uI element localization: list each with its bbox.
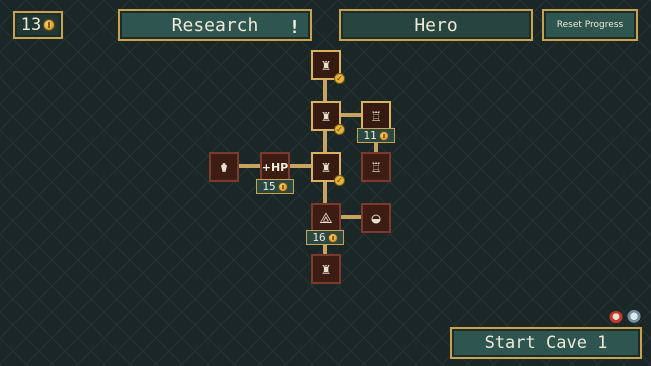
coin-counter: 13 (13, 11, 63, 39)
chest-armor-icon: ♖ (371, 157, 381, 176)
alert-icon: ! (289, 17, 300, 38)
start-cave-button[interactable]: Start Cave 1 (450, 327, 642, 359)
coin-icon (43, 19, 56, 31)
price-tag: 15 (256, 179, 294, 194)
knight-helmet-icon: ♜ (321, 157, 331, 176)
research-node-hp[interactable]: +HP (260, 152, 290, 182)
knight-helmet-icon: ♜ (321, 55, 331, 74)
connector (238, 164, 260, 168)
reset-progress-button[interactable]: Reset Progress (542, 9, 638, 41)
tab-hero[interactable]: Hero (339, 9, 533, 41)
coin-pile-icon: ◒ (371, 208, 381, 227)
tab-hero-label: Hero (414, 14, 458, 36)
start-cave-label: Start Cave 1 (484, 333, 608, 353)
research-node-potion[interactable]: ⚱ (209, 152, 239, 182)
price-tag: 11 (357, 128, 395, 143)
connector (340, 215, 362, 219)
research-node-helm-center[interactable]: ♜ ✓ (311, 152, 345, 186)
checkmark-icon: ✓ (334, 73, 345, 84)
connector (289, 164, 311, 168)
price-value: 11 (363, 129, 377, 142)
research-node-armor-mid[interactable]: ♖ (361, 152, 391, 182)
connector (323, 78, 327, 102)
potion-icon: ⚱ (219, 157, 229, 176)
research-node-helm-top[interactable]: ♜ ✓ (311, 50, 345, 84)
price-tag: 16 (306, 230, 344, 245)
coin-icon (327, 232, 338, 243)
hp-boost-icon: +HP (261, 160, 289, 174)
checkmark-icon: ✓ (334, 124, 345, 135)
knight-helmet-icon: ♜ (321, 106, 331, 125)
branch-icon: ⟁ (319, 208, 333, 227)
knight-helmet-icon: ♜ (321, 259, 331, 278)
research-node-coin-pile[interactable]: ◒ (361, 203, 391, 233)
chest-armor-icon: ♖ (371, 106, 381, 125)
tab-research-label: Research (171, 14, 259, 36)
coin-icon (277, 181, 288, 192)
reset-progress-label: Reset Progress (556, 20, 624, 30)
research-node-helm-bottom[interactable]: ♜ (311, 254, 341, 284)
checkmark-icon: ✓ (334, 175, 345, 186)
price-value: 15 (262, 180, 276, 193)
tab-research[interactable]: Research ! (118, 9, 312, 41)
knight-portrait-icon[interactable] (627, 310, 641, 324)
price-value: 16 (312, 231, 326, 244)
research-node-split[interactable]: ⟁ (311, 203, 341, 233)
coin-icon (378, 130, 389, 141)
coin-count: 13 (20, 15, 42, 35)
research-node-armor-top[interactable]: ♖ (361, 101, 391, 131)
hero-portrait-icon[interactable] (609, 311, 623, 325)
connector (323, 130, 327, 154)
connector (340, 113, 362, 117)
research-node-helm-mid[interactable]: ♜ ✓ (311, 101, 345, 135)
